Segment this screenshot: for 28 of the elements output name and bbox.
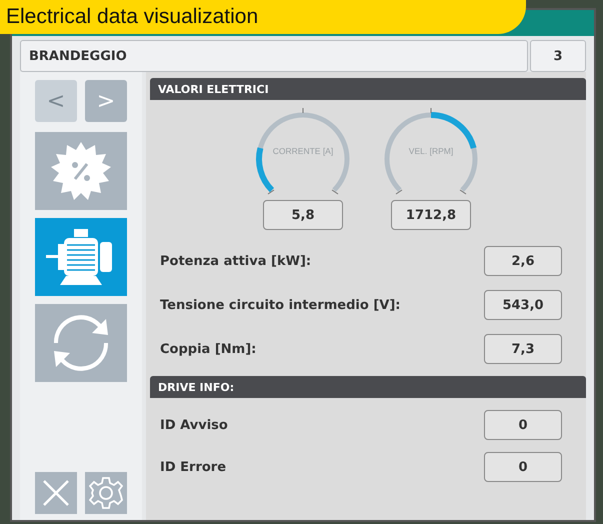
- next-button[interactable]: >: [85, 80, 127, 122]
- section-header: VALORI ELETTRICI: [150, 78, 586, 100]
- field-label: Potenza attiva [kW]:: [160, 254, 312, 268]
- motor-button[interactable]: [35, 218, 127, 296]
- percent-gear-icon: [50, 140, 112, 202]
- field-label: Tensione circuito intermedio [V]:: [160, 298, 400, 312]
- field-label: Coppia [Nm]:: [160, 342, 256, 356]
- settings-icon: [89, 476, 123, 510]
- value-box: 0: [484, 452, 562, 482]
- banner: Electrical data visualization: [0, 0, 526, 34]
- close-icon: [41, 478, 71, 508]
- value-box: 0: [484, 410, 562, 440]
- value-box: 5,8: [263, 200, 343, 230]
- close-button[interactable]: [35, 472, 77, 514]
- field-label: ID Errore: [160, 460, 226, 474]
- value-box: 543,0: [484, 290, 562, 320]
- value-box: 7,3: [484, 334, 562, 364]
- settings-button[interactable]: [85, 472, 127, 514]
- percent-gear-button[interactable]: [35, 132, 127, 210]
- value-box: 1712,8: [391, 200, 471, 230]
- gauge-label: CORRENTE [A]: [272, 146, 334, 156]
- value-box: 2,6: [484, 246, 562, 276]
- number-field: 3: [530, 40, 586, 72]
- field-label: ID Avviso: [160, 418, 228, 432]
- refresh-button[interactable]: [35, 304, 127, 382]
- section-header: DRIVE INFO:: [150, 376, 586, 398]
- name-field: BRANDEGGIO: [20, 40, 528, 72]
- gauge-label: VEL. [RPM]: [408, 146, 454, 156]
